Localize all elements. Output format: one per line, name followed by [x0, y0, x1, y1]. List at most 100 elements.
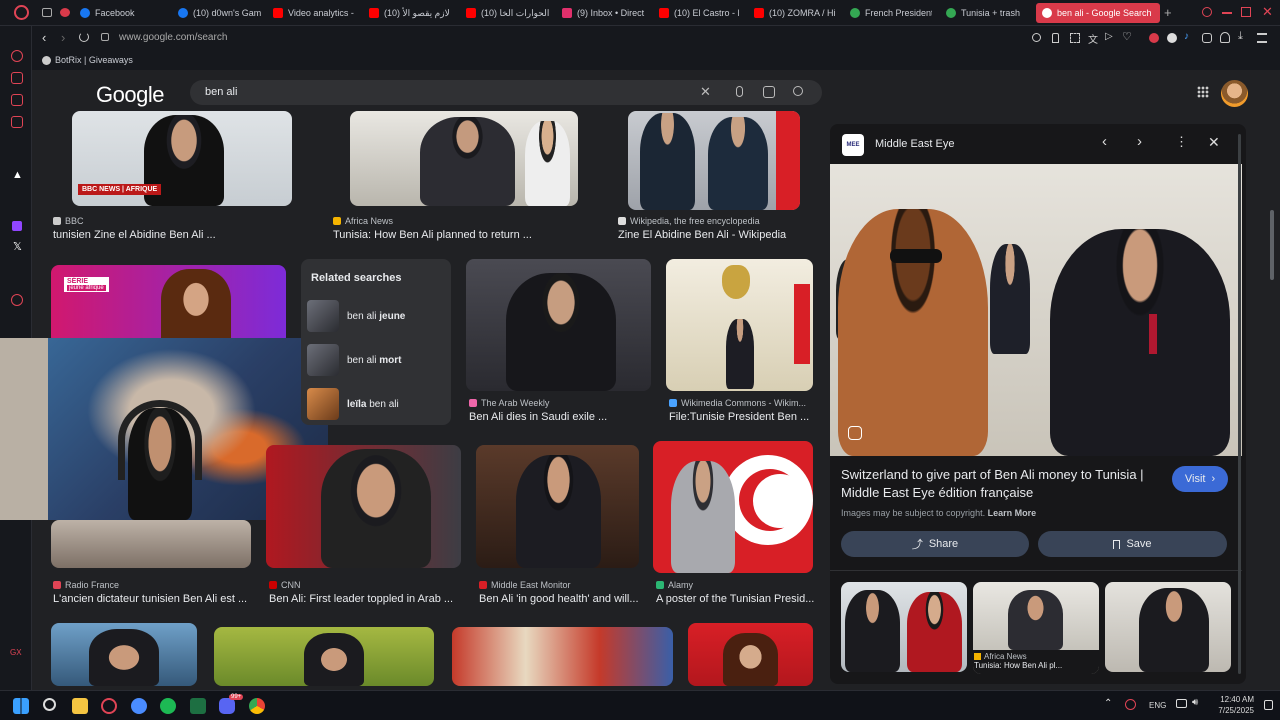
panel-related-image-1[interactable] [841, 582, 967, 672]
page-scrollbar[interactable] [1270, 210, 1274, 280]
result-title[interactable]: File:Tunisie President Ben ... [669, 411, 819, 423]
tab-video-analytics[interactable]: Video analytics - [273, 3, 355, 23]
download-icon[interactable]: ⤓ [1238, 30, 1243, 43]
favorite-icon[interactable]: ♡ [1122, 30, 1132, 43]
close-window-button[interactable]: ✕ [1262, 4, 1273, 20]
profile-dot-icon[interactable] [1167, 33, 1177, 43]
result-title[interactable]: A poster of the Tunisian Presid... [656, 593, 816, 605]
snapshot-icon[interactable] [1070, 33, 1080, 43]
next-image-icon[interactable]: › [1137, 133, 1142, 150]
result-image-memo[interactable] [476, 445, 639, 568]
bookmark-botrix[interactable]: BotRix | Giveaways [42, 55, 133, 65]
result-image-wikipedia[interactable] [628, 111, 800, 210]
spotify-icon[interactable] [160, 698, 176, 714]
source-name[interactable]: Middle East Eye [875, 138, 954, 150]
result-image-jeune-afrique[interactable]: SÉRIE jeune afrique [51, 265, 286, 345]
learn-more-link[interactable]: Learn More [988, 508, 1037, 518]
result-image-bbc[interactable]: BBC NEWS | AFRIQUE [72, 111, 292, 206]
news-icon[interactable] [11, 94, 23, 106]
youtube-pinned-icon[interactable] [60, 8, 70, 17]
sync-icon[interactable] [1125, 699, 1136, 710]
speed-dial-icon[interactable] [11, 50, 23, 62]
lens-camera-icon[interactable] [763, 86, 775, 98]
vpn-icon[interactable] [1149, 33, 1159, 43]
discord-icon[interactable] [219, 698, 235, 714]
reload-icon[interactable] [79, 32, 89, 42]
opera-gx-icon[interactable] [101, 698, 117, 714]
preview-image[interactable] [830, 164, 1242, 456]
tab-ben-ali-search[interactable]: ben ali - Google Search [1036, 3, 1160, 23]
google-logo[interactable]: Google [96, 82, 164, 108]
minimize-button[interactable] [1222, 12, 1232, 14]
share-button[interactable]: ⤴ Share [841, 531, 1029, 557]
tab-instagram-inbox[interactable]: (9) Inbox • Direct [562, 3, 648, 23]
result-image-row4-3[interactable] [452, 627, 673, 686]
clear-search-icon[interactable]: ✕ [700, 84, 711, 100]
related-item[interactable]: leïla ben ali [307, 387, 399, 421]
result-image-wikimedia[interactable] [666, 259, 813, 391]
avatar[interactable] [1221, 80, 1248, 107]
prev-image-icon[interactable]: ‹ [1102, 133, 1107, 150]
url-field[interactable]: www.google.com/search [119, 32, 227, 43]
twitch-sidebar-icon[interactable] [11, 116, 23, 128]
workspaces-icon[interactable] [42, 8, 52, 17]
close-panel-icon[interactable]: ✕ [1208, 134, 1220, 151]
result-title[interactable]: Tunisia: How Ben Ali planned to return .… [333, 229, 573, 241]
result-image-row4-4[interactable] [688, 623, 813, 686]
windows-start-icon[interactable] [13, 698, 29, 714]
search-tabs-icon[interactable] [1202, 7, 1212, 17]
lens-icon[interactable] [848, 426, 862, 440]
taskbar-search-icon[interactable] [43, 698, 56, 711]
zoom-icon[interactable] [1032, 33, 1041, 42]
related-item[interactable]: ben ali mort [307, 343, 401, 377]
tab-youtube-3[interactable]: (10) El Castro - E [659, 3, 739, 23]
tab-french-presidential[interactable]: French Presidenti [850, 3, 932, 23]
opera-logo-icon[interactable] [14, 5, 29, 20]
site-info-icon[interactable] [101, 33, 109, 41]
maximize-button[interactable] [1241, 7, 1251, 17]
search-box[interactable]: ben ali ✕ [190, 80, 822, 105]
save-button[interactable]: Save [1038, 531, 1227, 557]
home-icon[interactable] [11, 72, 23, 84]
result-image-arab-weekly[interactable] [466, 259, 651, 391]
menu-icon[interactable] [1257, 33, 1267, 43]
twitch-icon[interactable] [12, 221, 22, 231]
account-icon[interactable] [1220, 32, 1230, 43]
panel-scrollbar[interactable] [1238, 134, 1241, 674]
translate-icon[interactable]: 文 [1088, 31, 1098, 46]
tab-facebook[interactable]: Facebook [80, 3, 170, 23]
file-explorer-icon[interactable] [72, 698, 88, 714]
tab-tunisia-trash[interactable]: Tunisia + trash [946, 3, 1024, 23]
x-twitter-icon[interactable]: 𝕏 [13, 240, 22, 253]
visit-button[interactable]: Visit › [1172, 466, 1228, 492]
settings-icon[interactable] [11, 294, 23, 306]
preview-title[interactable]: Switzerland to give part of Ben Ali mone… [841, 466, 1161, 502]
result-title[interactable]: L'ancien dictateur tunisien Ben Ali est … [53, 593, 258, 605]
chrome-icon[interactable] [249, 698, 265, 714]
volume-icon[interactable]: 🔊︎ [1192, 697, 1198, 708]
result-title[interactable]: Zine El Abidine Ben Ali - Wikipedia [618, 229, 818, 241]
notification-icon[interactable] [1264, 700, 1273, 710]
result-image-alamy[interactable] [653, 441, 813, 573]
forward-icon[interactable]: › [61, 30, 65, 45]
aria-icon[interactable]: ▲ [12, 169, 23, 181]
browser-icon[interactable] [131, 698, 147, 714]
more-options-icon[interactable]: ⋮ [1175, 134, 1188, 150]
search-input[interactable]: ben ali [205, 86, 237, 98]
result-title[interactable]: Ben Ali: First leader toppled in Arab ..… [269, 593, 464, 605]
microphone-icon[interactable] [736, 86, 743, 97]
excel-icon[interactable] [190, 698, 206, 714]
tab-youtube-1[interactable]: لازم يقصو الأ (10) [369, 3, 453, 23]
new-tab-button[interactable]: + [1164, 5, 1172, 20]
network-icon[interactable] [1176, 699, 1187, 708]
result-image-radio-france[interactable] [51, 520, 251, 568]
result-title[interactable]: tunisien Zine el Abidine Ben Ali ... [53, 229, 283, 241]
extensions-icon[interactable] [1202, 33, 1212, 43]
result-image-cnn[interactable] [266, 445, 461, 568]
apps-grid-icon[interactable] [1197, 86, 1209, 98]
music-icon[interactable]: ♪ [1184, 31, 1189, 42]
play-icon[interactable]: ▷ [1105, 31, 1113, 42]
tab-youtube-4[interactable]: (10) ZOMRA / Hi [754, 3, 836, 23]
result-title[interactable]: Ben Ali 'in good health' and will... [479, 593, 639, 605]
tray-chevron-icon[interactable]: ⌃ [1104, 698, 1112, 709]
